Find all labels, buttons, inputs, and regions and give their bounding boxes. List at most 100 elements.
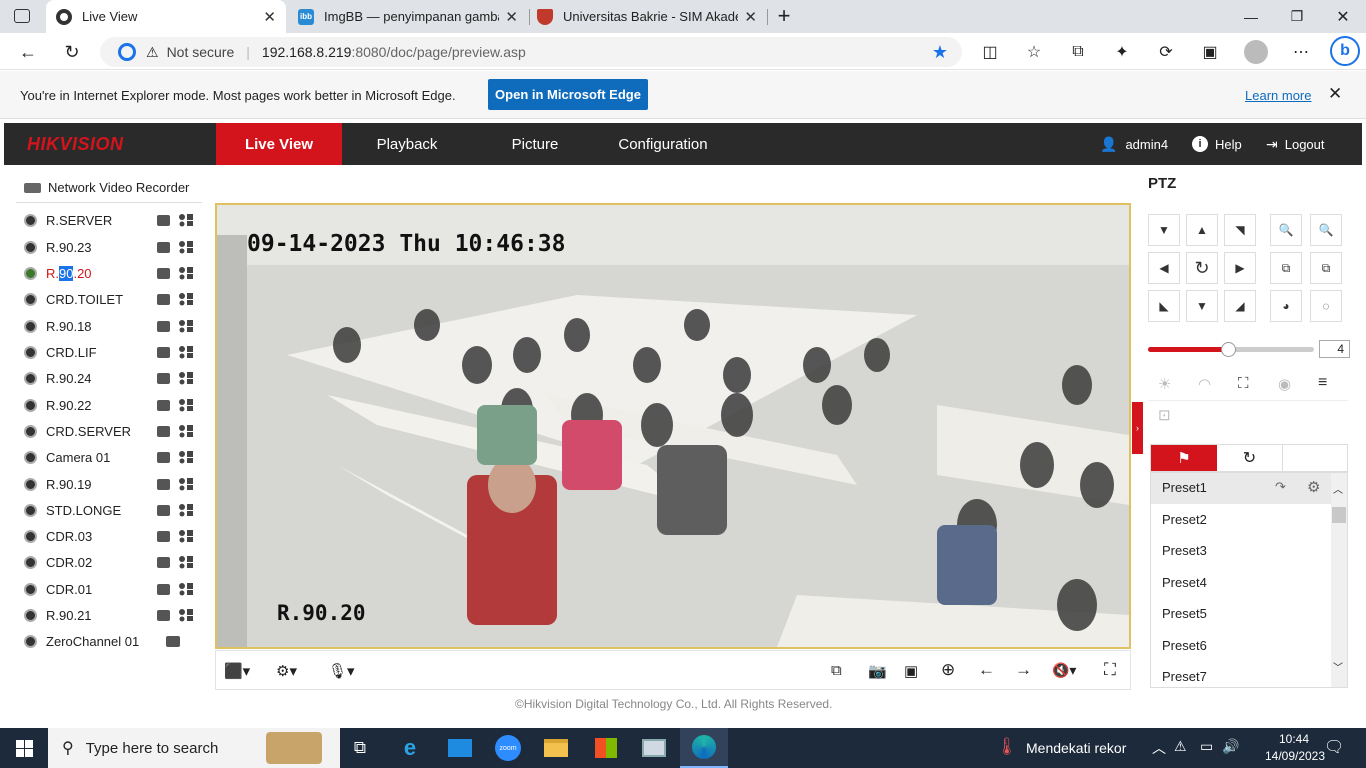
preset-item[interactable]: Preset4 — [1151, 567, 1329, 598]
camera-item[interactable]: CDR.01 — [24, 579, 194, 599]
open-in-edge-button[interactable]: Open in Microsoft Edge — [488, 79, 648, 110]
tab-universitas-bakrie[interactable]: Universitas Bakrie - SIM Akadem ✕ — [527, 0, 767, 33]
ptz-speed-slider[interactable] — [1148, 342, 1314, 357]
camera-item[interactable]: STD.LONGE — [24, 500, 194, 520]
record-icon[interactable] — [157, 293, 170, 305]
ptz-control-icon[interactable] — [178, 213, 194, 227]
ptz-control-icon[interactable] — [178, 450, 194, 464]
address-bar[interactable]: ⚠ Not secure | 192.168.8.219 :8080/doc/p… — [100, 37, 962, 67]
wiper-icon[interactable]: ◠ — [1198, 375, 1211, 393]
show-hidden-icons[interactable]: ︿ — [1152, 738, 1166, 758]
ptz-down-left-button[interactable]: ◣ — [1148, 290, 1180, 322]
record-icon[interactable] — [157, 425, 170, 437]
record-icon[interactable] — [157, 214, 170, 226]
close-window-button[interactable]: ✕ — [1320, 0, 1366, 33]
scroll-up-icon[interactable]: ︿ — [1333, 481, 1343, 496]
clock-date[interactable]: 14/09/2023 — [1260, 749, 1330, 763]
ptz-control-icon[interactable] — [178, 398, 194, 412]
preset-item[interactable]: Preset7 — [1151, 661, 1329, 692]
close-tab-icon[interactable]: ✕ — [744, 8, 757, 26]
tab-patrol-icon[interactable]: ↻ — [1217, 445, 1283, 471]
tab-live-view[interactable]: Live View ✕ — [46, 0, 286, 33]
record-icon[interactable]: ▣ — [904, 662, 918, 680]
camera-item[interactable]: R.90.23 — [24, 237, 194, 257]
record-icon[interactable] — [157, 609, 170, 621]
record-icon[interactable] — [157, 267, 170, 279]
refresh-button[interactable]: ↻ — [58, 38, 86, 66]
clock-time[interactable]: 10:44 — [1264, 732, 1324, 746]
stream-type-icon[interactable]: ⚙▾ — [276, 662, 297, 680]
camera-item[interactable]: R.90.21 — [24, 605, 194, 625]
live-video-view[interactable]: 09-14-2023 Thu 10:46:38 R.90.20 — [215, 203, 1131, 649]
extensions-icon[interactable]: ✦ — [1109, 39, 1135, 65]
ptz-control-icon[interactable] — [178, 608, 194, 622]
preset-item[interactable]: Preset3 — [1151, 535, 1329, 566]
fullscreen-icon[interactable]: ⛶ — [1104, 660, 1116, 680]
network-icon[interactable]: ▭ — [1200, 738, 1213, 755]
record-icon[interactable] — [157, 372, 170, 384]
preset-item[interactable]: Preset2 — [1151, 504, 1329, 535]
preset-item[interactable]: Preset6 — [1151, 630, 1329, 661]
menu-icon[interactable]: ≡ — [1318, 374, 1327, 392]
nav-playback[interactable]: Playback — [342, 123, 472, 165]
nav-picture[interactable]: Picture — [472, 123, 598, 165]
camera-item[interactable]: R.90.19 — [24, 474, 194, 494]
restore-button[interactable]: ❐ — [1274, 0, 1320, 33]
iris-open-icon[interactable]: ◕ — [1270, 290, 1302, 322]
ptz-control-icon[interactable] — [178, 555, 194, 569]
downloads-icon[interactable]: ▣ — [1197, 39, 1223, 65]
light-icon[interactable]: ☀ — [1158, 375, 1171, 393]
camera-item[interactable]: R.90.24 — [24, 368, 194, 388]
tab-presets-flag-icon[interactable]: ⚑ — [1151, 445, 1217, 471]
close-tab-icon[interactable]: ✕ — [505, 8, 518, 26]
ptz-auto-button[interactable]: ↻ — [1186, 252, 1218, 284]
window-layout-icon[interactable]: ⬛▾ — [224, 662, 250, 680]
ptz-control-icon[interactable] — [178, 345, 194, 359]
ptz-control-icon[interactable] — [178, 503, 194, 517]
more-menu-icon[interactable]: ⋯ — [1288, 39, 1314, 65]
tab-imgbb[interactable]: ibb ImgBB — penyimpanan gambar g ✕ — [288, 0, 528, 33]
new-tab-button[interactable]: + — [772, 4, 796, 28]
camera-item[interactable]: R.90.20 — [24, 263, 194, 283]
focus-assist-icon[interactable]: ⛶ — [1238, 375, 1249, 392]
scroll-thumb[interactable] — [1332, 507, 1346, 523]
volume-icon[interactable]: 🔊 — [1222, 738, 1239, 755]
next-page-icon[interactable]: → — [1015, 660, 1032, 680]
record-icon[interactable] — [157, 320, 170, 332]
record-icon[interactable] — [157, 556, 170, 568]
close-tab-icon[interactable]: ✕ — [263, 8, 276, 26]
internet-explorer-icon[interactable]: e — [386, 728, 434, 768]
favorite-star-icon[interactable]: ★ — [932, 42, 948, 63]
record-icon[interactable] — [157, 583, 170, 595]
nav-configuration[interactable]: Configuration — [598, 123, 728, 165]
nav-live-view[interactable]: Live View — [216, 123, 342, 165]
split-screen-icon[interactable]: ◫ — [977, 39, 1003, 65]
taskbar-search-box[interactable]: ⚲ Type here to search — [48, 728, 340, 768]
microsoft-store-icon[interactable] — [582, 728, 630, 768]
record-icon[interactable] — [157, 346, 170, 358]
ptz-up-button[interactable]: ▲ — [1186, 214, 1218, 246]
camera-item[interactable]: CRD.SERVER — [24, 421, 194, 441]
camera-item[interactable]: CRD.LIF — [24, 342, 194, 362]
record-icon[interactable] — [157, 530, 170, 542]
camera-item[interactable]: CRD.TOILET — [24, 289, 194, 309]
volume-muted-icon[interactable]: 🔇▾ — [1052, 662, 1076, 679]
regional-focus-icon[interactable]: ⊡ — [1158, 406, 1171, 424]
focus-near-icon[interactable]: ⧉ — [1270, 252, 1302, 284]
preset-item[interactable]: Preset1 — [1151, 472, 1329, 503]
mail-icon[interactable] — [436, 728, 484, 768]
camera-item[interactable]: CDR.03 — [24, 526, 194, 546]
minimize-button[interactable]: — — [1228, 0, 1274, 33]
previous-page-icon[interactable]: ← — [978, 660, 995, 680]
ptz-down-button[interactable]: ▼ — [1186, 290, 1218, 322]
favorites-icon[interactable]: ☆ — [1021, 39, 1047, 65]
ptz-control-icon[interactable] — [178, 477, 194, 491]
learn-more-link[interactable]: Learn more — [1245, 88, 1311, 103]
collapse-ptz-handle[interactable]: › — [1132, 402, 1143, 454]
ptz-control-icon[interactable] — [178, 424, 194, 438]
ptz-right-button[interactable]: ▶ — [1224, 252, 1256, 284]
weather-text[interactable]: Mendekati rekor — [1026, 740, 1126, 756]
file-explorer-icon[interactable] — [532, 728, 580, 768]
tray-app-icon[interactable]: ⚠ — [1174, 738, 1187, 755]
record-icon[interactable] — [157, 451, 170, 463]
